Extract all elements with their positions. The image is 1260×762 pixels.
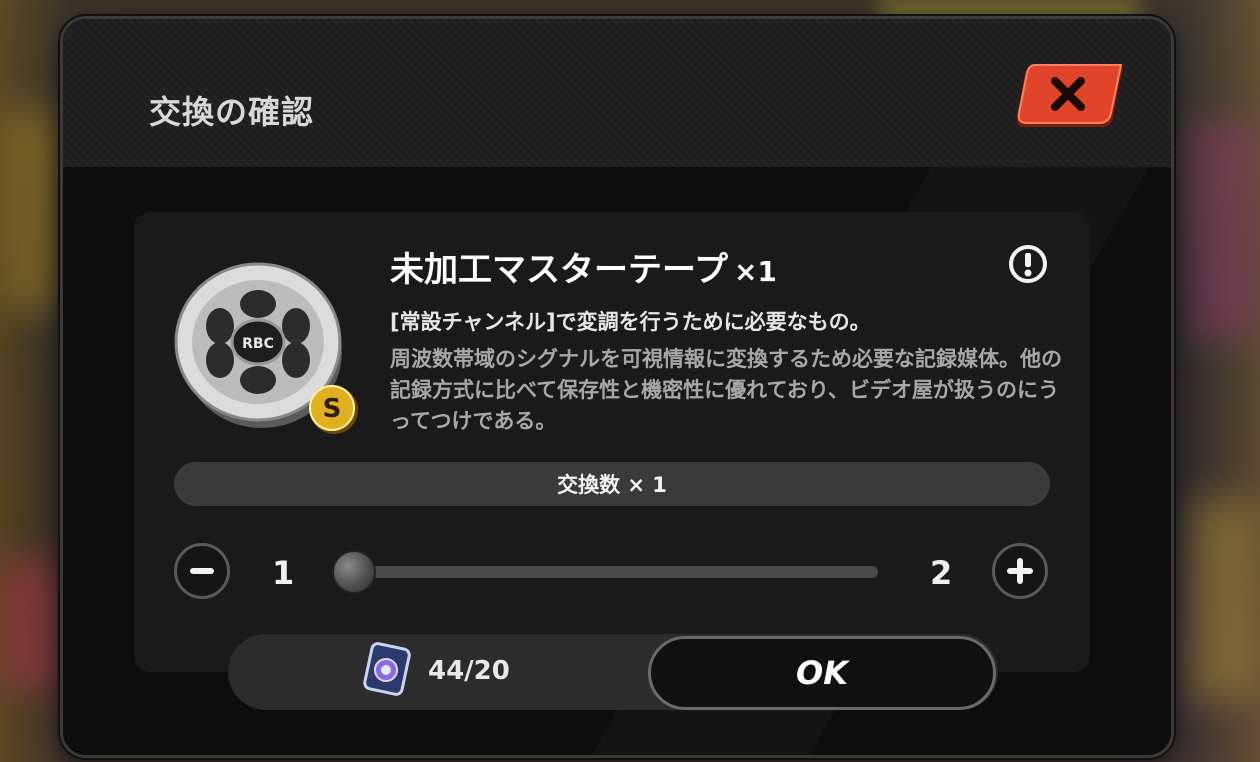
close-x-icon	[1016, 64, 1123, 127]
plus-icon	[1007, 558, 1033, 584]
slider-min-label: 1	[272, 554, 295, 592]
quantity-slider[interactable]	[332, 550, 878, 594]
exchange-count-label: 交換数 × 1	[174, 462, 1050, 506]
dialog-header: 交換の確認	[63, 19, 1171, 167]
item-name-text: 未加工マスターテープ	[390, 250, 728, 290]
increase-button[interactable]	[992, 543, 1048, 599]
cost-counter: 44/20	[428, 656, 510, 686]
decrease-button[interactable]	[174, 543, 230, 599]
item-name: 未加工マスターテープ ×1	[390, 242, 777, 291]
minus-icon	[190, 568, 214, 574]
slider-thumb[interactable]	[332, 550, 376, 594]
svg-text:S: S	[323, 394, 342, 424]
info-exclamation-icon	[1009, 245, 1047, 283]
info-button[interactable]	[1008, 244, 1048, 284]
item-description: 周波数帯域のシグナルを可視情報に変換するため必要な記録媒体。他の記録方式に比べて…	[390, 347, 1062, 433]
ok-button[interactable]: OK	[648, 636, 996, 710]
ticket-card-icon	[358, 640, 416, 698]
item-quantity: ×1	[733, 255, 777, 288]
slider-max-label: 2	[930, 554, 953, 592]
film-reel-icon: RBC S	[172, 242, 362, 442]
close-button[interactable]	[1015, 61, 1129, 133]
svg-text:RBC: RBC	[242, 336, 274, 352]
dialog-title: 交換の確認	[149, 93, 315, 131]
item-subtitle: [常設チャンネル]で変調を行うために必要なもの。	[390, 310, 871, 334]
